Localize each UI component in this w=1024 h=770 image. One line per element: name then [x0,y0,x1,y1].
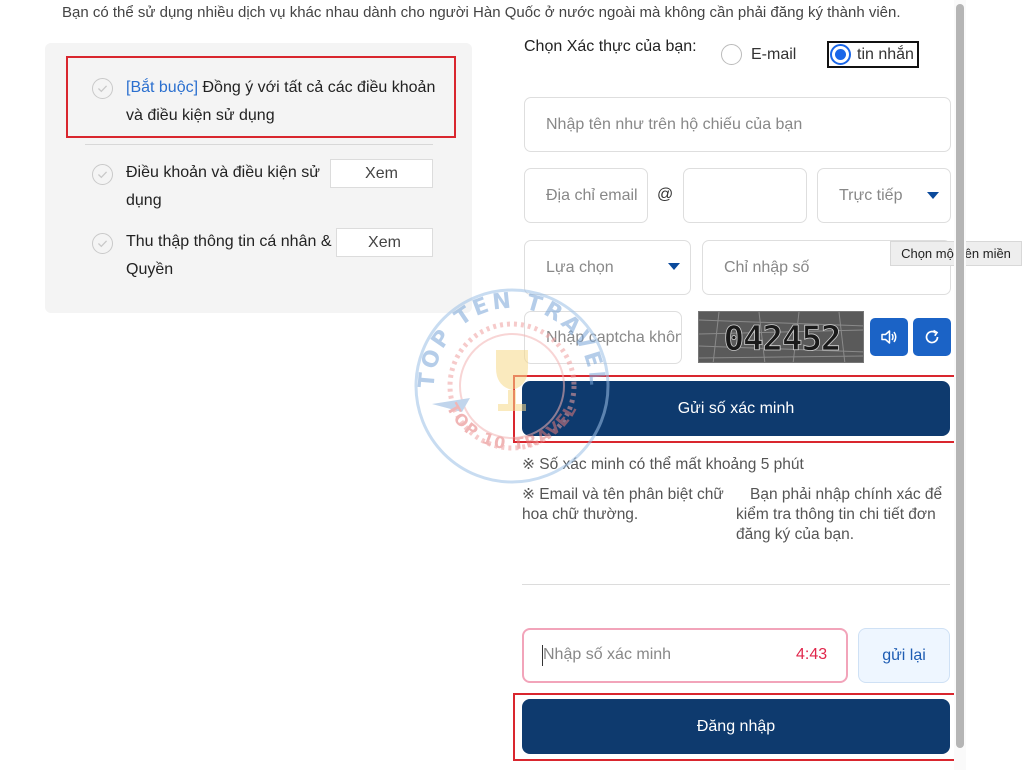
login-highlight [513,693,960,761]
form-divider [522,584,950,585]
text-cursor [542,645,543,666]
terms-divider [85,144,433,145]
chevron-down-icon[interactable] [668,263,680,270]
captcha-image: 042452 [698,311,864,363]
speaker-icon [881,330,897,344]
note-accuracy-line3: đăng ký của bạn. [736,526,855,543]
send-highlight [513,375,960,443]
intro-text: Bạn có thể sử dụng nhiều dịch vụ khác nh… [62,4,901,21]
at-sign: @ [657,186,674,203]
term-required-line1: [Bắt buộc] Đồng ý với tất cả các điều kh… [126,74,435,102]
term-required-line2: và điều kiện sử dụng [126,107,275,124]
captcha-audio-button[interactable] [870,318,908,356]
captcha-input[interactable]: Nhập captcha không phân biệt [524,311,682,364]
auth-method-label: Chọn Xác thực của bạn: [524,38,697,55]
email-local-placeholder: Địa chỉ email [546,186,638,204]
email-local-input[interactable]: Địa chỉ email [524,168,648,223]
required-text: Đồng ý với tất cả các điều khoản [198,79,436,96]
passport-name-input[interactable]: Nhập tên như trên hộ chiếu của bạn [524,97,951,152]
country-code-select[interactable]: Lựa chọn [524,240,691,295]
captcha-placeholder: Nhập captcha không phân biệt [546,328,681,346]
radio-email-label[interactable]: E-mail [751,46,796,64]
refresh-icon [925,329,939,344]
view-privacy-button[interactable]: Xem [336,228,433,257]
check-circle-icon[interactable] [92,78,113,99]
note-case-line2: hoa chữ thường. [522,506,639,523]
radio-sms[interactable] [830,44,851,65]
check-circle-icon[interactable] [92,164,113,185]
chevron-down-icon[interactable] [927,192,939,199]
note-case-line1: ※ Email và tên phân biệt chữ [522,486,724,503]
countdown-timer: 4:43 [796,646,828,663]
captcha-text: 042452 [724,319,841,359]
email-domain-input[interactable] [683,168,807,223]
view-terms-button[interactable]: Xem [330,159,433,188]
radio-email[interactable] [721,44,742,65]
scrollbar-thumb[interactable] [956,4,964,748]
country-code-value: Lựa chọn [546,258,614,276]
required-tag: [Bắt buộc] [126,79,199,96]
captcha-refresh-button[interactable] [913,318,951,356]
term-privacy-line1: Thu thập thông tin cá nhân & [126,233,332,250]
verification-code-placeholder: Nhập số xác minh [543,646,672,663]
note-accuracy-line1: Bạn phải nhập chính xác để [750,486,943,503]
term-usage-line2: dụng [126,192,162,209]
phone-placeholder: Chỉ nhập số [724,258,810,276]
note-time: ※ Số xác minh có thể mất khoảng 5 phút [522,456,804,473]
resend-button[interactable]: gửi lại [858,628,950,683]
email-domain-select-value: Trực tiếp [839,186,903,204]
radio-sms-label[interactable]: tin nhắn [857,46,914,64]
passport-name-placeholder: Nhập tên như trên hộ chiếu của bạn [546,115,803,133]
term-privacy-line2: Quyền [126,261,174,278]
note-accuracy-line2: kiểm tra thông tin chi tiết đơn [736,506,936,523]
term-usage-line1: Điều khoản và điều kiện sử [126,164,320,181]
check-circle-icon[interactable] [92,233,113,254]
